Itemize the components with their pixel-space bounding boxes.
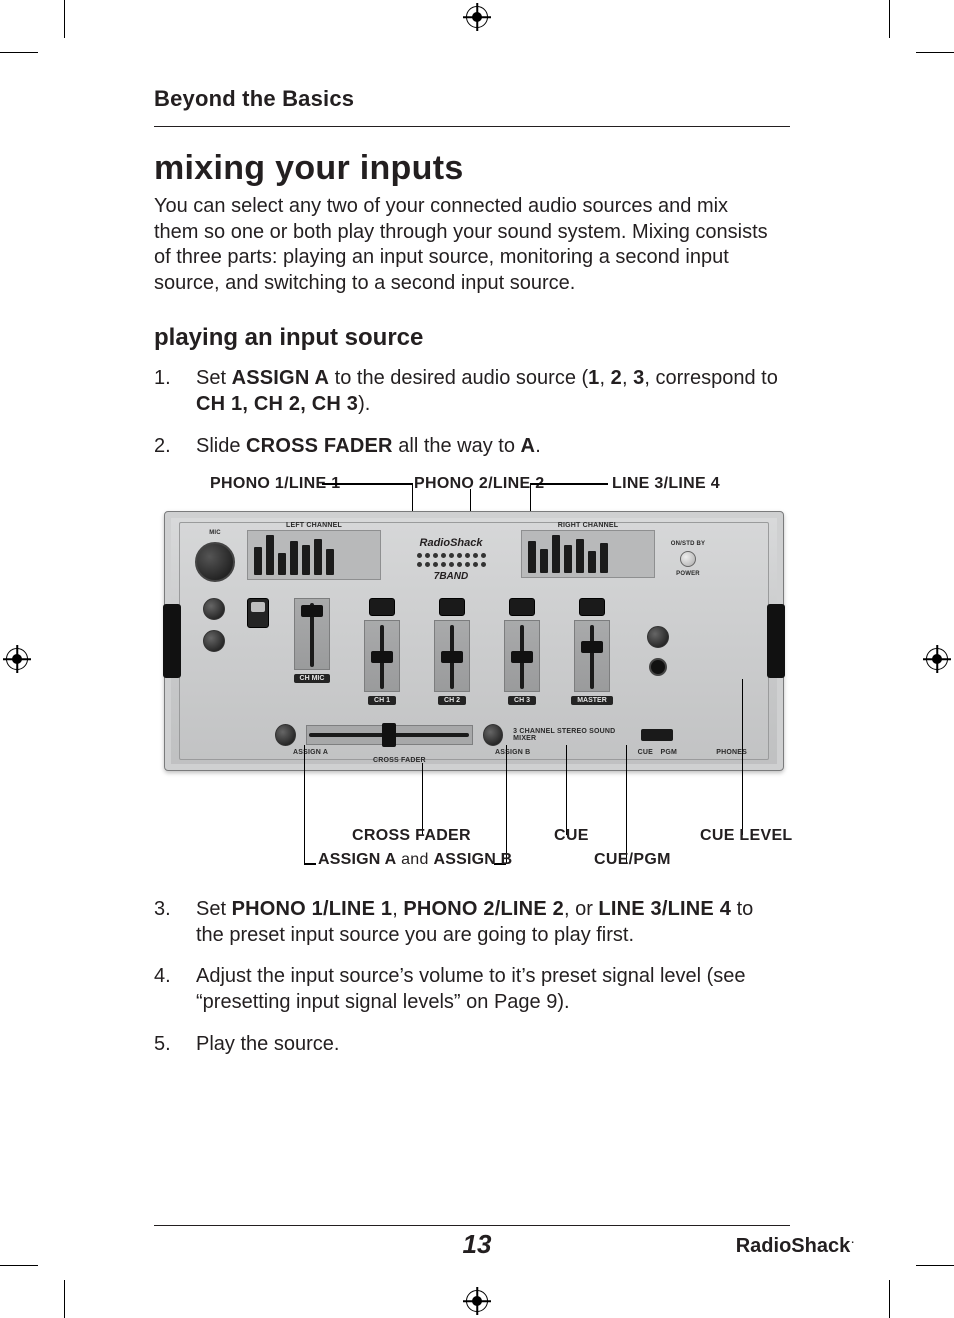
step-number: 3. [154,897,182,948]
section-label: Beyond the Basics [154,86,794,112]
cue-pgm-switch [641,729,673,741]
callout-cue-pgm: CUE/PGM [594,851,671,869]
cross-fader [306,725,473,745]
leader-line [626,745,627,863]
crop-mark [0,52,38,53]
callout-phono2line2: PHONO 2/LINE 2 [414,475,544,493]
step-5: 5. Play the source. [154,1032,784,1058]
line3-line4-switch [509,598,535,616]
leader-line [566,745,567,835]
step-3: 3. Set PHONO 1/LINE 1, PHONO 2/LINE 2, o… [154,897,784,948]
footer-rule [154,1225,790,1226]
leader-line [530,483,608,484]
step-body: Play the source. [196,1032,784,1058]
leader-line [530,483,531,557]
callout-line3line4: LINE 3/LINE 4 [612,475,720,493]
footer-brand: RadioShack. [736,1235,854,1258]
leader-line [470,489,471,557]
leader-line [422,763,423,835]
crop-mark [0,1265,38,1266]
mixer-illustration: MIC LEFT CHANNEL RadioShack 7BAND [164,511,784,771]
rule [154,126,790,127]
assign-b-knob [483,724,504,746]
step-number: 2. [154,434,182,460]
leader-line [742,679,743,835]
leader-line [304,863,316,864]
mic-bass-knob [203,630,225,652]
callout-cross-fader: CROSS FADER [352,827,471,845]
mic-dial [195,542,235,582]
callout-assign-a-b: ASSIGN A and ASSIGN B [318,851,512,869]
callout-phono1line1: PHONO 1/LINE 1 [210,475,340,493]
registration-mark-icon [466,6,488,28]
subheading: playing an input source [154,324,794,352]
intro-paragraph: You can select any two of your connected… [154,194,774,296]
step-number: 4. [154,964,182,1015]
crop-mark [889,0,890,38]
step-1: 1. Set ASSIGN A to the desired audio sou… [154,366,784,417]
mono-stereo-switch [579,598,605,616]
step-body: Set PHONO 1/LINE 1, PHONO 2/LINE 2, or L… [196,897,784,948]
brand-small: RadioShack [420,537,483,549]
talkover-switch [247,598,269,628]
phono1-line1-switch [369,598,395,616]
registration-mark-icon [926,648,948,670]
step-body: Adjust the input source’s volume to it’s… [196,964,784,1015]
leader-line [304,745,305,863]
crop-mark [64,0,65,38]
leader-line [494,863,506,864]
step-2: 2. Slide CROSS FADER all the way to A. [154,434,784,460]
step-body: Slide CROSS FADER all the way to A. [196,434,784,460]
registration-mark-icon [6,648,28,670]
power-button-illustration [680,551,696,567]
cue-level-knob [647,626,669,648]
callout-cue: CUE [554,827,589,845]
rack-handle [163,604,181,678]
crop-mark [916,52,954,53]
callout-cue-level: CUE LEVEL [700,827,793,845]
crop-mark [916,1265,954,1266]
leader-line [322,483,412,484]
phones-jack [649,658,667,676]
crop-mark [889,1280,890,1318]
step-number: 5. [154,1032,182,1058]
page-number: 13 [463,1229,492,1260]
phono2-line2-switch [439,598,465,616]
assign-a-knob [275,724,296,746]
step-number: 1. [154,366,182,417]
leader-line [506,745,507,863]
mic-treble-knob [203,598,225,620]
step-body: Set ASSIGN A to the desired audio source… [196,366,784,417]
step-4: 4. Adjust the input source’s volume to i… [154,964,784,1015]
registration-mark-icon [466,1290,488,1312]
rack-handle [767,604,785,678]
mixer-diagram: PHONO 1/LINE 1 PHONO 2/LINE 2 LINE 3/LIN… [154,475,794,885]
page-title: mixing your inputs [154,149,794,188]
crop-mark [64,1280,65,1318]
leader-line [412,483,413,557]
